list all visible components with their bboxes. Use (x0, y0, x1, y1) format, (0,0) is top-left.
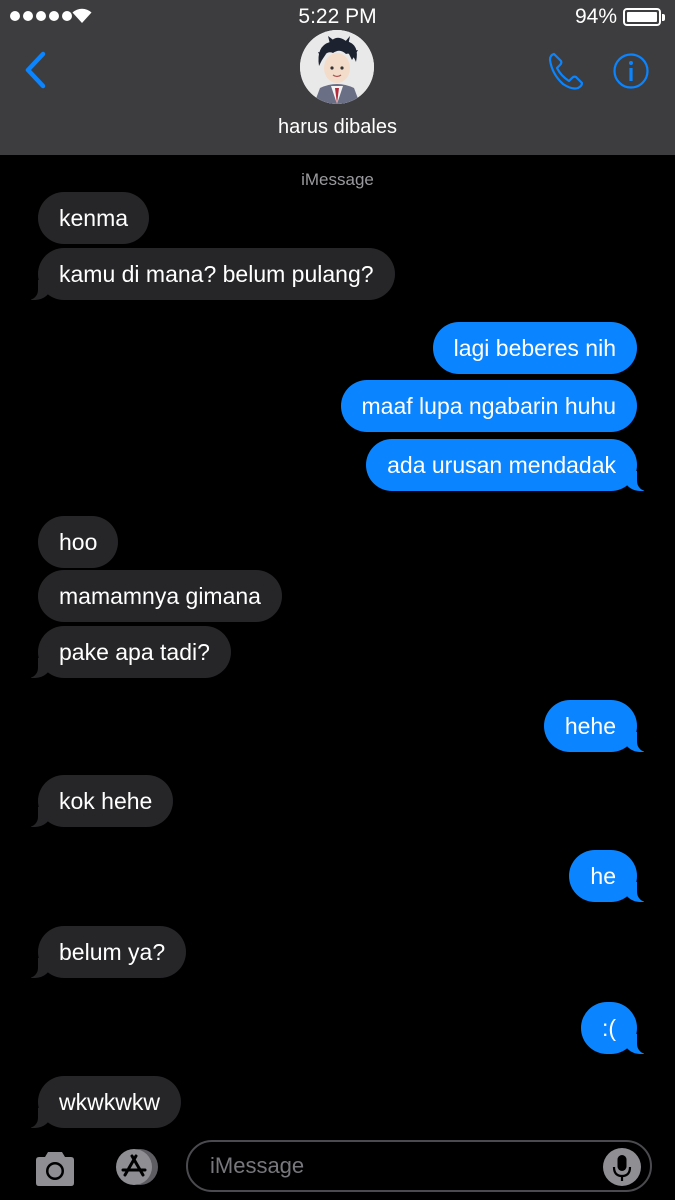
phone-icon[interactable] (545, 50, 587, 92)
incoming-message-bubble[interactable]: kenma (38, 192, 150, 244)
status-time: 5:22 PM (298, 5, 377, 28)
outgoing-message-bubble[interactable]: lagi beberes nih (432, 322, 637, 374)
outgoing-message-bubble[interactable]: hehe (543, 700, 650, 752)
avatar-illustration (300, 30, 374, 104)
status-bar: 5:22 PM 94% (0, 0, 675, 34)
info-icon[interactable] (612, 52, 650, 90)
incoming-message-bubble[interactable]: kamu di mana? belum pulang? (26, 248, 395, 300)
incoming-message-bubble[interactable]: belum ya? (25, 926, 187, 978)
outgoing-message-bubble[interactable]: :( (580, 1002, 650, 1054)
service-label: iMessage (301, 170, 374, 189)
battery-percentage: 94% (574, 5, 617, 28)
microphone-icon (612, 1155, 632, 1181)
incoming-message-bubble[interactable]: mamamnya gimana (38, 570, 282, 622)
contact-name[interactable]: harus dibales (0, 116, 675, 139)
microphone-button[interactable] (603, 1148, 641, 1186)
incoming-message-bubble[interactable]: wkwkwkw (26, 1076, 181, 1128)
incoming-message-bubble[interactable]: hoo (38, 516, 119, 568)
outgoing-message-bubble[interactable]: maaf lupa ngabarin huhu (340, 380, 637, 432)
camera-icon[interactable] (32, 1150, 78, 1188)
message-input[interactable] (186, 1140, 652, 1192)
contact-avatar[interactable] (300, 30, 374, 104)
app-store-icon[interactable] (109, 1147, 161, 1187)
outgoing-message-bubble[interactable]: ada urusan mendadak (366, 439, 649, 491)
conversation-header: 5:22 PM 94% harus dibales (0, 0, 675, 155)
incoming-message-bubble[interactable]: pake apa tadi? (26, 626, 231, 678)
battery-icon (623, 8, 665, 26)
outgoing-message-bubble[interactable]: he (569, 850, 649, 902)
compose-bar (0, 1130, 675, 1200)
incoming-message-bubble[interactable]: kok hehe (25, 775, 174, 827)
back-chevron-icon[interactable] (20, 48, 52, 92)
